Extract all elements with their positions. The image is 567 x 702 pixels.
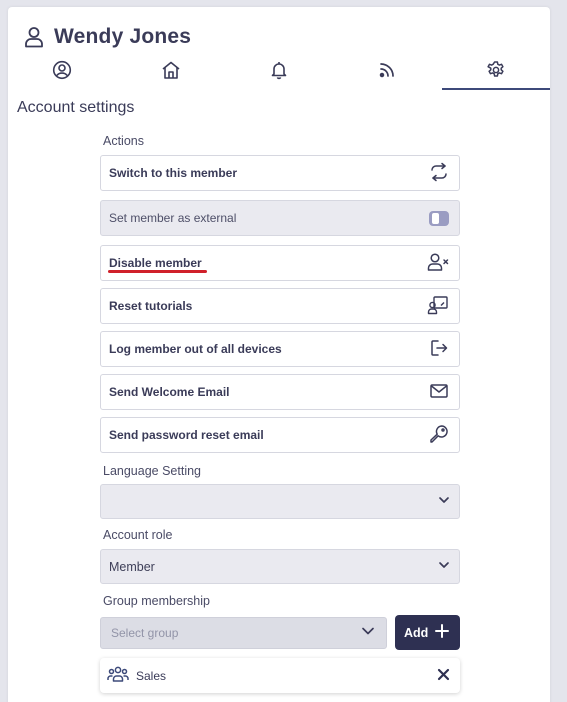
home-icon <box>161 60 181 85</box>
group-chip: Sales <box>100 658 460 693</box>
group-membership-label: Group membership <box>103 594 210 608</box>
close-icon[interactable] <box>437 668 450 684</box>
disable-member-label: Disable member <box>109 256 202 270</box>
tutorial-icon <box>427 295 449 318</box>
reset-tutorials-button[interactable]: Reset tutorials <box>100 288 460 324</box>
rss-icon <box>377 60 397 85</box>
add-group-button[interactable]: Add <box>395 615 460 650</box>
group-chip-label: Sales <box>136 668 167 683</box>
language-select[interactable] <box>100 484 460 519</box>
chevron-down-icon <box>437 493 451 510</box>
set-external-label: Set member as external <box>109 211 237 225</box>
logout-icon <box>429 338 449 361</box>
plus-icon <box>434 623 450 642</box>
toggle-icon[interactable] <box>429 210 449 226</box>
account-role-select[interactable]: Member <box>100 549 460 584</box>
account-role-value: Member <box>109 559 155 574</box>
tab-bar <box>8 57 551 90</box>
tab-home[interactable] <box>116 57 224 90</box>
section-title: Account settings <box>17 99 135 116</box>
user-icon <box>24 26 44 48</box>
header: Wendy Jones <box>24 25 191 49</box>
chevron-down-icon <box>360 623 376 642</box>
highlight-underline <box>108 270 207 273</box>
mail-icon <box>429 381 449 404</box>
tab-profile[interactable] <box>8 57 116 90</box>
member-name-title: Wendy Jones <box>54 25 192 48</box>
member-panel: Wendy Jones Account settings Actions Swi… <box>8 7 551 702</box>
user-remove-icon <box>427 252 449 275</box>
logout-all-button[interactable]: Log member out of all devices <box>100 331 460 367</box>
key-icon <box>429 424 449 447</box>
gear-icon <box>486 60 506 85</box>
actions-label: Actions <box>103 134 144 148</box>
language-label: Language Setting <box>103 464 202 478</box>
disable-member-button[interactable]: Disable member <box>100 245 460 281</box>
account-role-label: Account role <box>103 528 173 542</box>
send-password-reset-label: Send password reset email <box>109 428 264 442</box>
group-select-placeholder: Select group <box>111 625 179 640</box>
tab-settings[interactable] <box>441 57 551 90</box>
group-icon <box>107 665 129 686</box>
group-select[interactable]: Select group <box>100 616 387 649</box>
logout-all-label: Log member out of all devices <box>109 342 282 356</box>
switch-member-label: Switch to this member <box>109 166 238 180</box>
settings-form: Actions Switch to this member Set member… <box>100 134 460 693</box>
switch-member-button[interactable]: Switch to this member <box>100 155 460 191</box>
send-password-reset-button[interactable]: Send password reset email <box>100 417 460 453</box>
send-welcome-email-label: Send Welcome Email <box>109 385 230 399</box>
set-external-toggle[interactable]: Set member as external <box>100 200 460 236</box>
add-group-label: Add <box>404 625 429 640</box>
send-welcome-email-button[interactable]: Send Welcome Email <box>100 374 460 410</box>
tab-feed[interactable] <box>333 57 441 90</box>
group-select-row: Select group Add <box>100 615 460 650</box>
bell-icon <box>269 60 289 85</box>
tab-notifications[interactable] <box>225 57 333 90</box>
profile-icon <box>52 60 72 85</box>
reset-tutorials-label: Reset tutorials <box>109 299 193 313</box>
switch-arrows-icon <box>429 162 449 185</box>
chevron-down-icon <box>437 558 451 575</box>
